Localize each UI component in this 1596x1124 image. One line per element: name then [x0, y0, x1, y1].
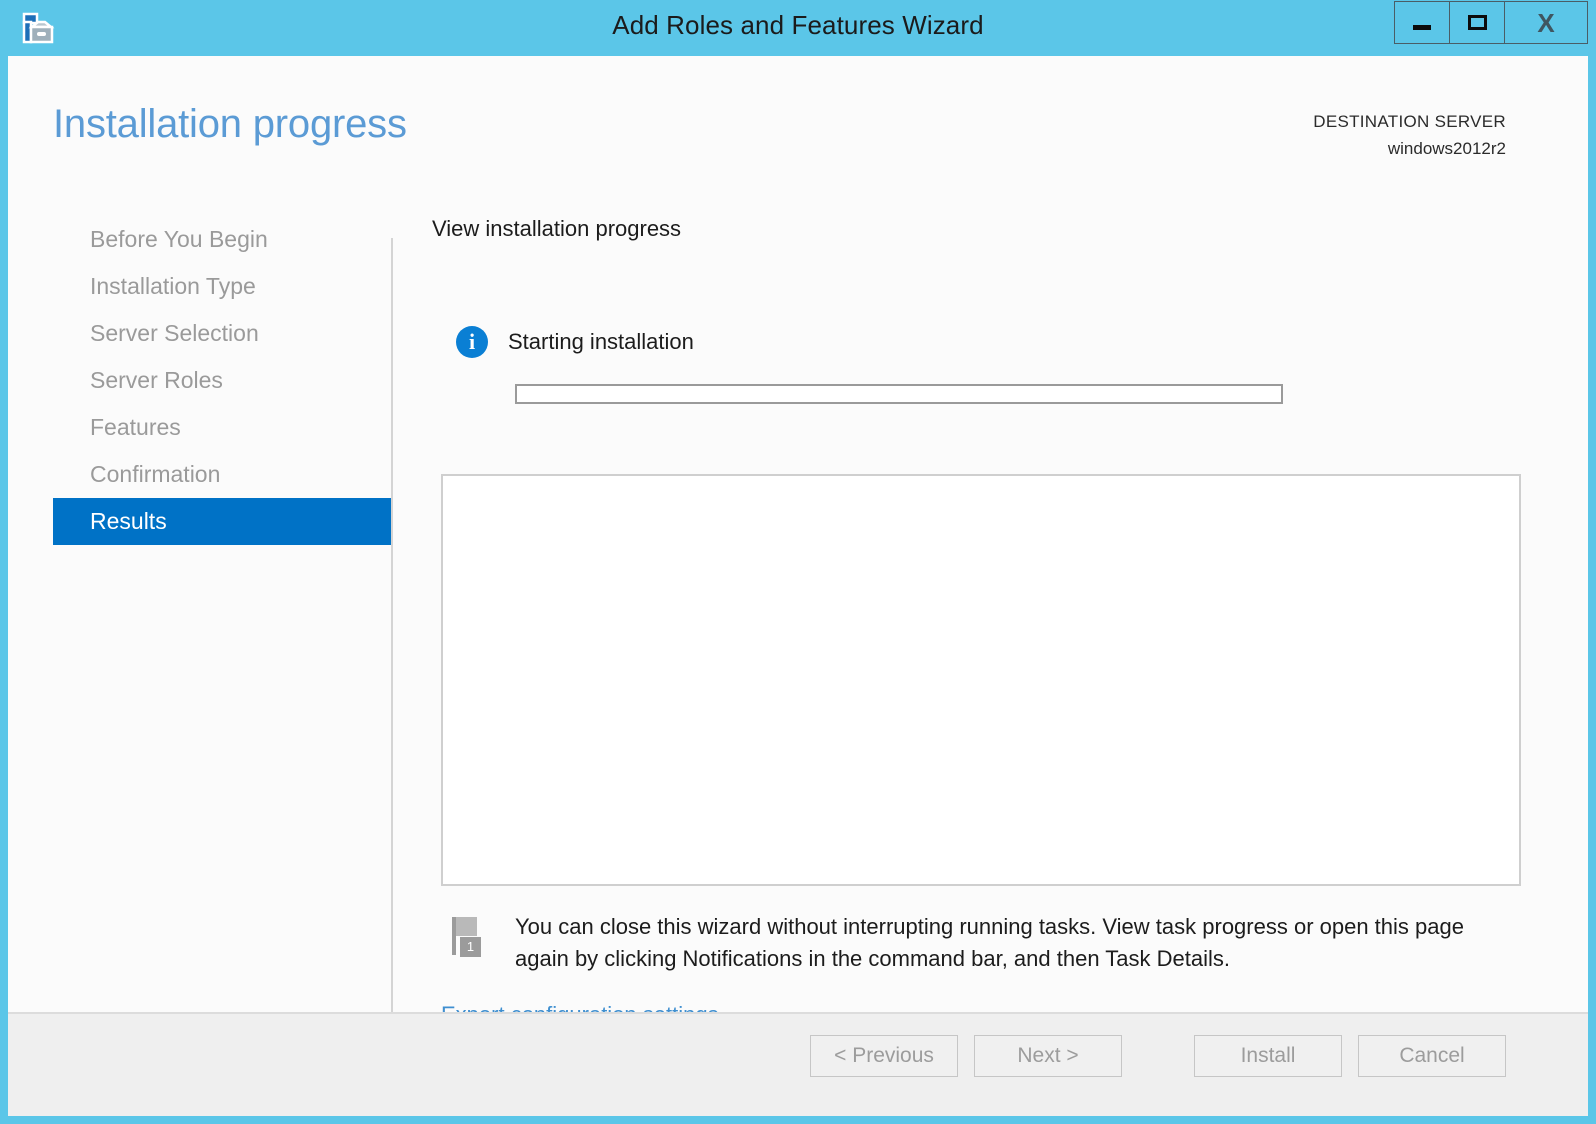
sidebar-item-before-you-begin[interactable]: Before You Begin [53, 216, 391, 263]
wizard-sidebar: Before You Begin Installation Type Serve… [53, 216, 391, 545]
wizard-window: Add Roles and Features Wizard X Installa… [0, 0, 1596, 1124]
close-button[interactable]: X [1504, 1, 1588, 44]
notification-count-badge: 1 [460, 937, 481, 957]
sidebar-item-results[interactable]: Results [53, 498, 391, 545]
destination-server-label: DESTINATION SERVER [1313, 112, 1506, 131]
next-button[interactable]: Next > [974, 1035, 1122, 1077]
results-detail-box[interactable] [441, 474, 1521, 886]
info-icon: i [456, 326, 488, 358]
sidebar-item-features[interactable]: Features [53, 404, 391, 451]
notification-note: 1 You can close this wizard without inte… [446, 911, 1516, 975]
content-panel: View installation progress i Starting in… [432, 216, 1542, 1027]
window-title: Add Roles and Features Wizard [612, 10, 984, 40]
section-heading: View installation progress [432, 216, 682, 241]
sidebar-item-installation-type[interactable]: Installation Type [53, 263, 391, 310]
maximize-button[interactable] [1449, 1, 1504, 44]
flag-icon: 1 [446, 915, 486, 959]
destination-server-value: windows2012r2 [1387, 139, 1506, 158]
page-title: Installation progress [53, 102, 407, 146]
footer-button-group: < Previous Next > Install Cancel [810, 1035, 1506, 1077]
notification-note-text: You can close this wizard without interr… [515, 914, 1464, 971]
wizard-page: Installation progress DESTINATION SERVER… [8, 56, 1588, 1116]
flag-banner [456, 917, 477, 936]
install-button[interactable]: Install [1194, 1035, 1342, 1077]
minimize-button[interactable] [1394, 1, 1449, 44]
cancel-button[interactable]: Cancel [1358, 1035, 1506, 1077]
installation-progress-bar [515, 384, 1283, 404]
previous-button[interactable]: < Previous [810, 1035, 958, 1077]
maximize-icon [1467, 15, 1487, 30]
sidebar-item-server-selection[interactable]: Server Selection [53, 310, 391, 357]
sidebar-item-server-roles[interactable]: Server Roles [53, 357, 391, 404]
close-icon: X [1537, 7, 1555, 38]
installation-status-row: i Starting installation [456, 326, 694, 358]
window-controls: X [1394, 1, 1588, 44]
destination-server-block: DESTINATION SERVER windows2012r2 [1313, 108, 1506, 162]
minimize-icon [1413, 25, 1431, 30]
sidebar-content-divider [391, 238, 393, 1028]
installation-status-text: Starting installation [508, 329, 694, 354]
sidebar-item-confirmation[interactable]: Confirmation [53, 451, 391, 498]
title-bar: Add Roles and Features Wizard X [0, 0, 1596, 56]
wizard-footer: < Previous Next > Install Cancel [8, 1012, 1588, 1116]
